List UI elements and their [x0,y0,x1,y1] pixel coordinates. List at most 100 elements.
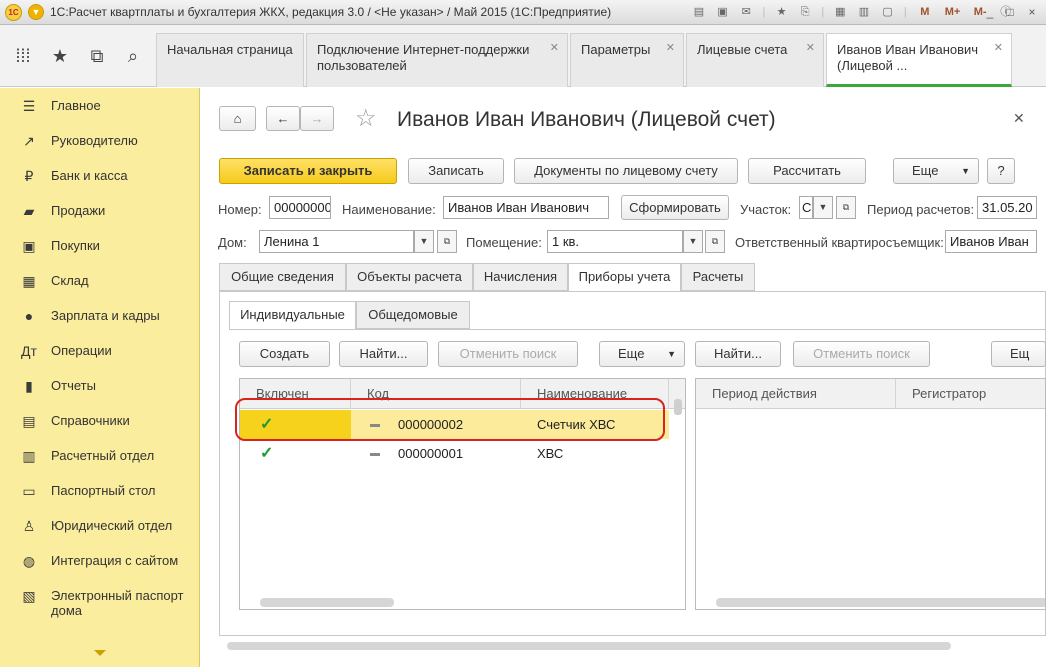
close-tab-icon[interactable]: ✕ [550,40,559,56]
number-field[interactable]: 00000000 [269,196,331,219]
right-find-button[interactable]: Найти... [695,341,781,367]
meters-vertical-scrollbar[interactable] [674,399,682,415]
close-tab-icon[interactable]: ✕ [806,40,815,56]
main-menu-button[interactable]: ▼ [28,4,44,20]
sidebar-item-main[interactable]: ☰ Главное [0,88,200,123]
sidebar-item-label: Банк и касса [51,168,128,183]
sidebar-item-catalogs[interactable]: ▤ Справочники [0,403,200,438]
meters-horizontal-scrollbar[interactable] [260,598,394,607]
sidebar-item-payroll[interactable]: ● Зарплата и кадры [0,298,200,333]
subtab-divider [229,329,1046,330]
room-field[interactable]: 1 кв. [547,230,683,253]
tab-calc-objects[interactable]: Объекты расчета [346,263,473,291]
table-row[interactable]: ✓ ▬ 000000001 ХВС [240,439,669,468]
more-button[interactable]: Еще ▼ [893,158,979,184]
name-label: Наименование: [342,202,436,217]
scroll-down-icon[interactable] [94,650,106,656]
sections-menu-icon[interactable]: ⁞⁞⁞ [12,45,34,67]
more-label: Еще [618,346,645,361]
check-icon: ✓ [260,445,274,462]
sidebar-item-legal[interactable]: ♙ Юридический отдел [0,508,200,543]
create-button[interactable]: Создать [239,341,330,367]
tab-general[interactable]: Общие сведения [219,263,346,291]
sidebar-item-reports[interactable]: ▮ Отчеты [0,368,200,403]
tab-home[interactable]: Начальная страница [156,33,304,87]
close-window-button[interactable]: × [1022,3,1042,21]
period-field[interactable]: 31.05.20 [977,196,1037,219]
maximize-button[interactable]: □ [1000,3,1020,21]
tab-meters[interactable]: Приборы учета [568,263,681,292]
sidebar-item-label: Электронный паспорт дома [51,588,184,618]
tab-parameters[interactable]: Параметры ✕ [570,33,684,87]
minimize-button[interactable]: _ [980,3,1000,21]
column-registrar[interactable]: Регистратор [896,379,1045,409]
link-icon[interactable]: ⎘ [796,3,814,21]
tenant-field[interactable]: Иванов Иван [945,230,1037,253]
tab-common-house[interactable]: Общедомовые [356,301,470,329]
sidebar-item-site-integration[interactable]: ◍ Интеграция с сайтом [0,543,200,578]
right-more-button[interactable]: Ещ [991,341,1046,367]
tab-individual[interactable]: Индивидуальные [229,301,356,330]
room-open-button[interactable]: ⧉ [705,230,725,253]
documents-button[interactable]: Документы по лицевому счету [514,158,738,184]
periods-horizontal-scrollbar[interactable] [716,598,1045,607]
sidebar-item-sales[interactable]: ▰ Продажи [0,193,200,228]
favorites-icon[interactable]: ★ [49,45,71,67]
forward-button[interactable]: → [300,106,334,131]
tab-settlements[interactable]: Расчеты [681,263,755,291]
right-cancel-search-button[interactable]: Отменить поиск [793,341,930,367]
column-period[interactable]: Период действия [696,379,896,409]
close-tab-icon[interactable]: ✕ [994,40,1003,56]
sidebar-item-bank[interactable]: ₽ Банк и касса [0,158,200,193]
tab-internet-support[interactable]: Подключение Интернет-поддержки пользоват… [306,33,568,87]
favorite-star-icon[interactable]: ☆ [355,104,377,133]
sidebar-item-epassport[interactable]: ▧ Электронный паспорт дома [0,578,200,628]
calendar-icon[interactable]: ▥ [855,3,873,21]
area-dropdown-button[interactable]: ▼ [813,196,833,219]
sidebar-item-warehouse[interactable]: ▦ Склад [0,263,200,298]
clipboard-icon[interactable]: ▢ [879,3,897,21]
close-tab-icon[interactable]: ✕ [666,40,675,56]
calculate-button[interactable]: Рассчитать [748,158,866,184]
print-icon[interactable]: ▤ [690,3,708,21]
sidebar-item-operations[interactable]: Дт Операции [0,333,200,368]
name-field[interactable]: Иванов Иван Иванович [443,196,609,219]
house-open-button[interactable]: ⧉ [437,230,457,253]
history-icon[interactable]: ⧉ [86,45,108,67]
cancel-search-button[interactable]: Отменить поиск [438,341,578,367]
periods-table[interactable]: Период действия Регистратор [695,378,1046,610]
period-label: Период расчетов: [867,202,975,217]
memory-button[interactable]: M [914,3,936,21]
sidebar-item-passport[interactable]: ▭ Паспортный стол [0,473,200,508]
memory-plus-button[interactable]: M+ [942,3,964,21]
find-button[interactable]: Найти... [339,341,428,367]
home-button[interactable]: ⌂ [219,106,256,131]
area-field[interactable]: С [799,196,813,219]
tab-charges[interactable]: Начисления [473,263,568,291]
area-open-button[interactable]: ⧉ [836,196,856,219]
cart-icon: ▰ [23,203,35,219]
bookmark-icon[interactable]: ★ [773,3,791,21]
close-form-icon[interactable]: ✕ [1013,110,1025,127]
selected-row-highlight [235,398,665,441]
generate-button[interactable]: Сформировать [621,195,729,220]
room-dropdown-button[interactable]: ▼ [683,230,703,253]
form-horizontal-scrollbar[interactable] [227,642,951,650]
back-button[interactable]: ← [266,106,300,131]
save-button[interactable]: Записать [408,158,504,184]
help-button[interactable]: ? [987,158,1015,184]
save-icon[interactable]: ▣ [714,3,732,21]
sidebar-item-label: Склад [51,273,89,288]
sidebar-item-billing[interactable]: ▥ Расчетный отдел [0,438,200,473]
house-field[interactable]: Ленина 1 [259,230,414,253]
left-more-button[interactable]: Еще ▼ [599,341,685,367]
tab-accounts[interactable]: Лицевые счета ✕ [686,33,824,87]
calculator-icon[interactable]: ▦ [831,3,849,21]
house-dropdown-button[interactable]: ▼ [414,230,434,253]
email-icon[interactable]: ✉ [737,3,755,21]
sidebar-item-director[interactable]: ↗ Руководителю [0,123,200,158]
search-icon[interactable]: ⌕ [122,45,144,67]
save-and-close-button[interactable]: Записать и закрыть [219,158,397,184]
tab-current-account[interactable]: Иванов Иван Иванович (Лицевой ... ✕ [826,33,1012,87]
sidebar-item-purchases[interactable]: ▣ Покупки [0,228,200,263]
